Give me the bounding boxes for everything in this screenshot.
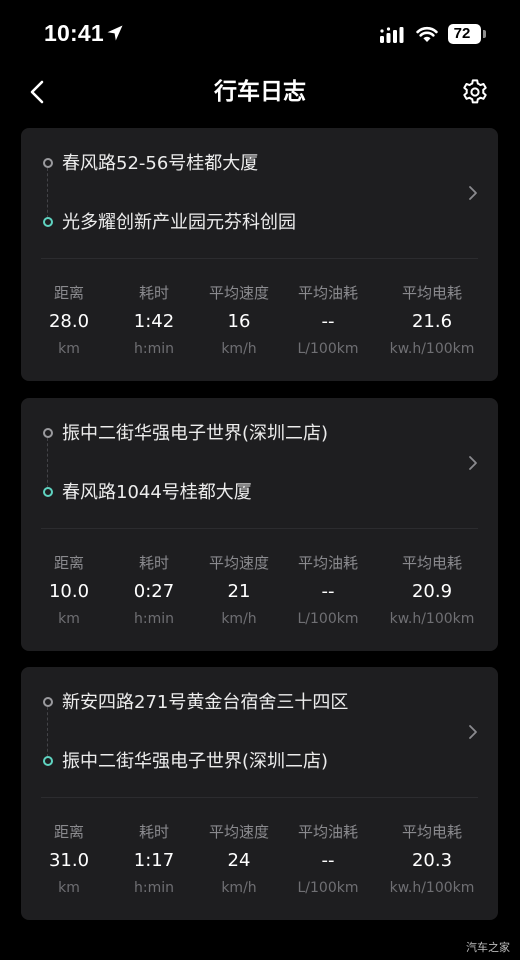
stat-value: 21.6: [411, 311, 453, 332]
stat-label: 平均电耗: [401, 554, 462, 572]
trip-end-location: 光多耀创新产业园元芬科创园: [62, 212, 296, 233]
trip-end-location: 春风路1044号桂都大厦: [62, 482, 252, 503]
route-connector-line: [47, 168, 48, 218]
stat-value: --: [321, 311, 335, 332]
start-point-icon: [43, 697, 53, 707]
chevron-right-icon[interactable]: [467, 724, 479, 740]
end-point-icon: [43, 756, 53, 766]
stat-label: 平均电耗: [401, 823, 462, 841]
stat-unit: L/100km: [297, 611, 359, 627]
card-divider: [41, 528, 478, 529]
trip-stat: 平均油耗 -- L/100km: [273, 283, 383, 359]
trip-card[interactable]: 春风路52-56号桂都大厦 光多耀创新产业园元芬科创园 距离 28.0 km 耗时 1:42…: [21, 128, 498, 381]
stat-unit: L/100km: [297, 880, 359, 896]
battery-level: 72: [453, 25, 471, 42]
gear-icon[interactable]: [461, 78, 489, 106]
trip-card[interactable]: 新安四路271号黄金台宿舍三十四区 振中二街华强电子世界(深圳二店) 距离 31.0 k…: [21, 667, 498, 920]
stat-label: 平均油耗: [297, 284, 358, 302]
trip-start-location: 春风路52-56号桂都大厦: [62, 153, 259, 174]
stat-label: 平均电耗: [401, 284, 462, 302]
status-time: 10:41: [44, 20, 104, 46]
route-connector-line: [47, 438, 48, 488]
trip-start-location: 新安四路271号黄金台宿舍三十四区: [62, 692, 349, 713]
battery-icon: 72: [448, 24, 481, 44]
trip-start-location: 振中二街华强电子世界(深圳二店): [62, 423, 329, 444]
wifi-icon: [416, 27, 438, 42]
watermark: 汽车之家: [466, 941, 510, 954]
route-connector-line: [47, 707, 48, 757]
stat-unit: kw.h/100km: [389, 880, 475, 896]
trip-stat: 平均电耗 20.3 kw.h/100km: [377, 822, 487, 898]
stat-unit: L/100km: [297, 341, 359, 357]
trip-end-location: 振中二街华强电子世界(深圳二店): [62, 751, 329, 772]
stat-value: 20.3: [411, 850, 453, 871]
stat-unit: kw.h/100km: [389, 341, 475, 357]
card-divider: [41, 258, 478, 259]
start-point-icon: [43, 428, 53, 438]
chevron-right-icon[interactable]: [467, 455, 479, 471]
stat-label: 平均油耗: [297, 554, 358, 572]
trip-card[interactable]: 振中二街华强电子世界(深圳二店) 春风路1044号桂都大厦 距离 10.0 km 耗时 0:…: [21, 398, 498, 651]
trip-stat: 平均油耗 -- L/100km: [273, 553, 383, 629]
trip-stat: 平均油耗 -- L/100km: [273, 822, 383, 898]
card-divider: [41, 797, 478, 798]
stat-unit: kw.h/100km: [389, 611, 475, 627]
trip-stat: 平均电耗 21.6 kw.h/100km: [377, 283, 487, 359]
location-arrow-icon: [107, 25, 123, 41]
battery-cap: [483, 30, 486, 38]
page-title: 行车日志: [214, 79, 306, 105]
end-point-icon: [43, 487, 53, 497]
cellular-signal-icon: [380, 27, 404, 43]
stat-label: 平均油耗: [297, 823, 358, 841]
start-point-icon: [43, 158, 53, 168]
chevron-right-icon[interactable]: [467, 185, 479, 201]
trip-stat: 平均电耗 20.9 kw.h/100km: [377, 553, 487, 629]
status-bar: 10:41 72: [0, 0, 520, 62]
stat-value: --: [321, 850, 335, 871]
stat-value: --: [321, 581, 335, 602]
stat-value: 20.9: [411, 581, 453, 602]
end-point-icon: [43, 217, 53, 227]
